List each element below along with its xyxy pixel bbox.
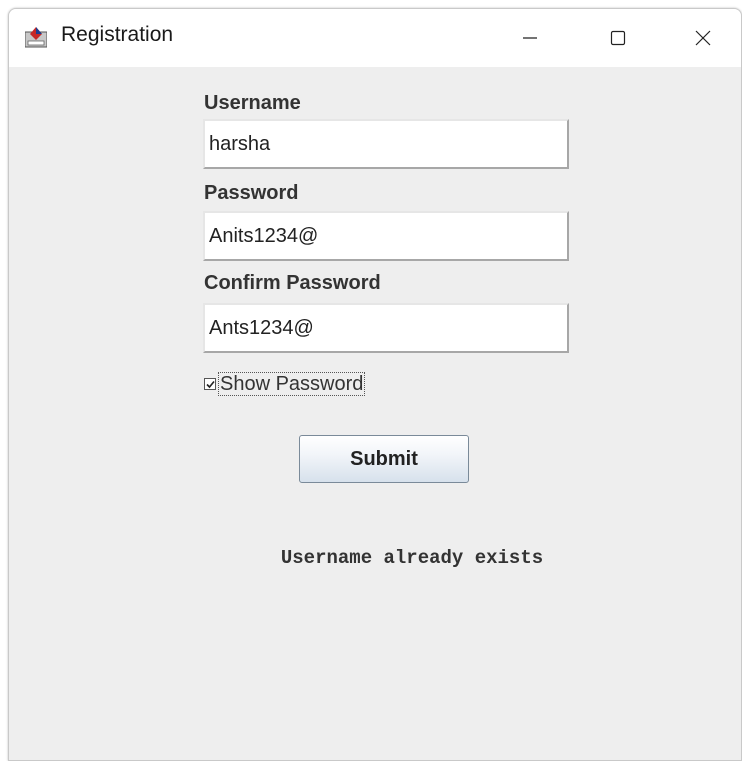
window-title: Registration xyxy=(61,23,174,46)
checkmark-icon xyxy=(205,380,215,388)
password-label: Password xyxy=(204,182,299,204)
title-bar[interactable]: Registration xyxy=(9,9,741,67)
close-button[interactable] xyxy=(662,9,741,67)
status-message: Username already exists xyxy=(280,547,544,569)
registration-window: Registration Username Password Confirm P… xyxy=(8,8,742,761)
java-app-icon xyxy=(25,27,47,48)
password-field[interactable] xyxy=(203,211,569,261)
confirm-password-field[interactable] xyxy=(203,303,569,353)
show-password-checkbox[interactable]: Show Password xyxy=(204,371,366,397)
confirm-password-label: Confirm Password xyxy=(204,272,381,294)
close-icon xyxy=(695,30,710,46)
maximize-icon xyxy=(610,30,626,46)
show-password-label[interactable]: Show Password xyxy=(218,372,366,396)
minimize-button[interactable] xyxy=(486,9,574,67)
submit-button[interactable]: Submit xyxy=(299,435,469,483)
checkbox-box[interactable] xyxy=(204,378,216,390)
minimize-icon xyxy=(523,37,537,39)
username-field[interactable] xyxy=(203,119,569,169)
maximize-button[interactable] xyxy=(574,9,662,67)
username-label: Username xyxy=(204,92,301,114)
